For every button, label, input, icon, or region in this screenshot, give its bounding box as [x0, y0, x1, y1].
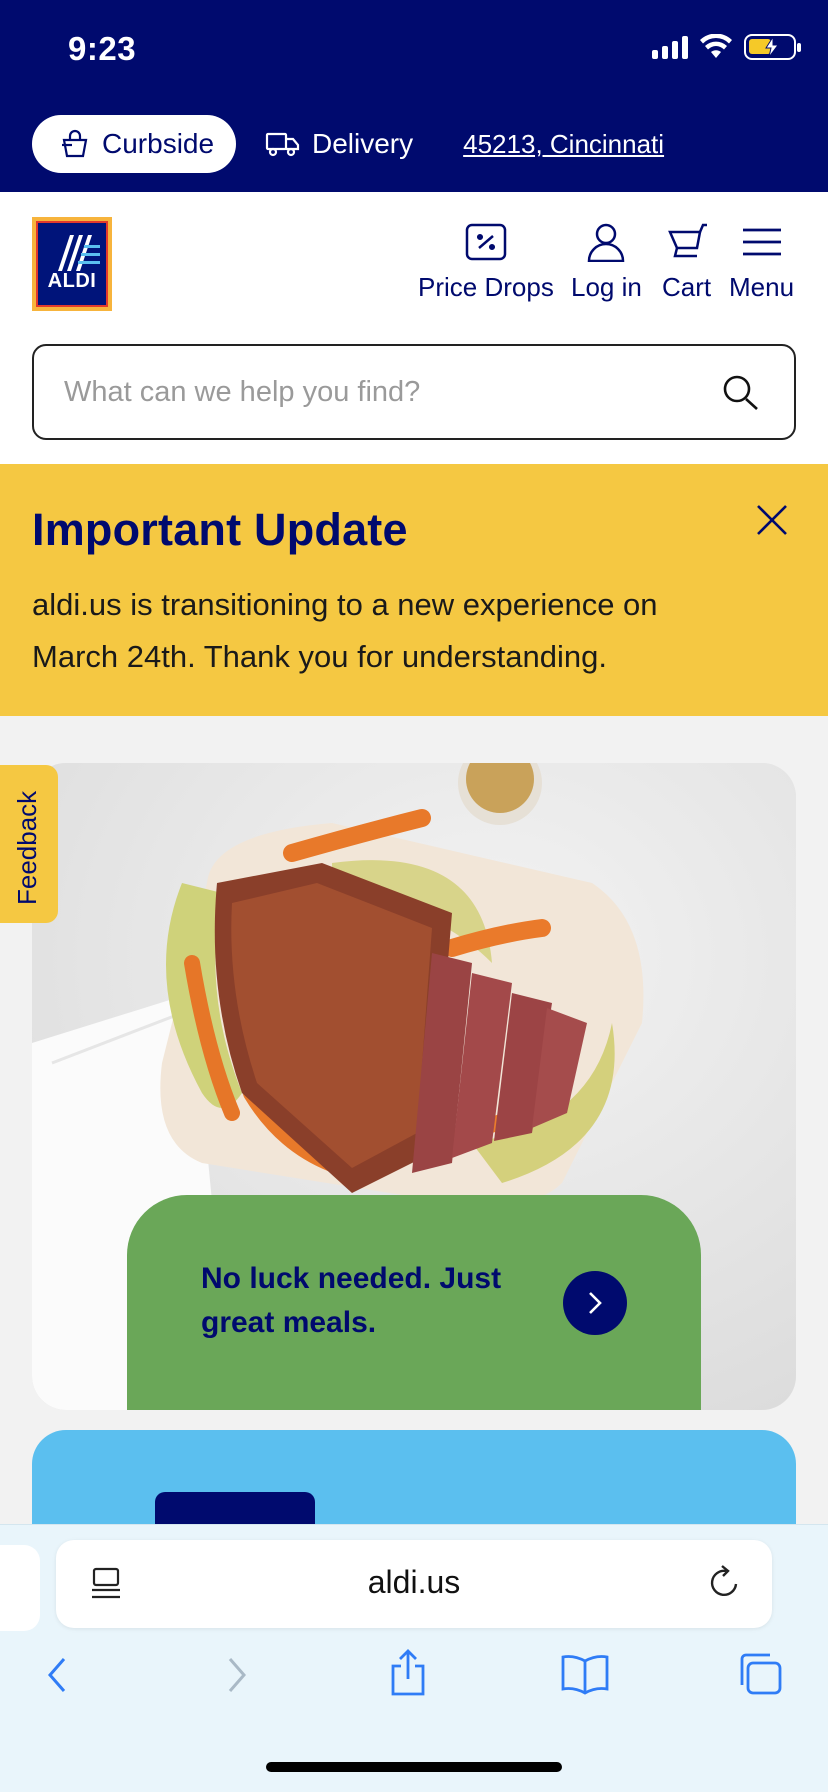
delivery-button[interactable]: Delivery — [264, 128, 413, 160]
bookmarks-icon[interactable] — [560, 1653, 610, 1695]
user-icon — [588, 223, 625, 262]
nav-label: Menu — [729, 272, 795, 302]
truck-icon — [265, 132, 300, 157]
chevron-right-icon — [589, 1292, 602, 1314]
hamburger-icon — [742, 228, 781, 256]
fulfillment-row: Curbside Delivery 45213, Cincinnati — [32, 115, 664, 173]
home-indicator — [266, 1762, 562, 1772]
top-band: 9:23 Curbside Delivery 45213, Cincinnati — [0, 0, 828, 192]
logo-text: ALDI — [47, 270, 97, 292]
search-icon[interactable] — [722, 374, 760, 412]
logo-stripes — [58, 235, 100, 271]
search-input[interactable] — [64, 368, 704, 416]
site-header: ALDI Price Drops Log in Cart Menu — [0, 192, 828, 464]
location-link[interactable]: 45213, Cincinnati — [463, 129, 664, 160]
battery-icon — [744, 34, 801, 60]
status-icons — [652, 34, 801, 60]
curbside-button[interactable]: Curbside — [32, 115, 236, 173]
hero-arrow-button[interactable] — [563, 1271, 627, 1335]
url-text: aldi.us — [367, 1564, 461, 1600]
important-update-banner: Important Update aldi.us is transitionin… — [0, 464, 828, 716]
update-body: aldi.us is transitioning to a new experi… — [32, 587, 658, 674]
browser-toolbar: aldi.us — [0, 1524, 828, 1792]
shopping-bag-icon — [62, 129, 88, 158]
close-icon[interactable] — [756, 504, 788, 536]
curbside-label: Curbside — [102, 128, 215, 159]
hero-headline: No luck needed. Just great meals. — [201, 1262, 502, 1339]
reload-icon[interactable] — [708, 1564, 742, 1600]
nav-label: Price Drops — [418, 272, 554, 302]
wifi-icon — [700, 34, 732, 58]
tabs-icon[interactable] — [736, 1651, 784, 1697]
aldi-logo[interactable]: ALDI — [32, 217, 112, 311]
nav-label: Log in — [571, 272, 642, 302]
feedback-label: Feedback — [12, 790, 42, 905]
delivery-label: Delivery — [312, 128, 414, 159]
status-time: 9:23 — [68, 30, 137, 67]
signal-icon — [652, 35, 688, 59]
feedback-tab[interactable]: Feedback — [0, 765, 58, 923]
share-icon[interactable] — [388, 1649, 428, 1697]
nav-menu[interactable]: Menu — [729, 222, 794, 303]
update-title: Important Update — [32, 504, 408, 555]
back-icon[interactable] — [44, 1655, 70, 1695]
nav-label: Cart — [662, 272, 712, 302]
address-bar[interactable]: aldi.us — [56, 1540, 772, 1628]
nav-cart[interactable]: Cart — [662, 222, 711, 303]
forward-icon[interactable] — [224, 1655, 250, 1695]
hero-promo-card[interactable]: No luck needed. Just great meals. — [127, 1195, 701, 1410]
search-box — [32, 344, 796, 440]
hero-banner[interactable]: No luck needed. Just great meals. — [32, 763, 796, 1410]
nav-log-in[interactable]: Log in — [571, 222, 642, 303]
nav-price-drops[interactable]: Price Drops — [418, 222, 554, 303]
price-tag-icon — [465, 223, 507, 261]
cart-icon — [667, 223, 707, 258]
previous-tab-preview[interactable] — [0, 1545, 40, 1631]
